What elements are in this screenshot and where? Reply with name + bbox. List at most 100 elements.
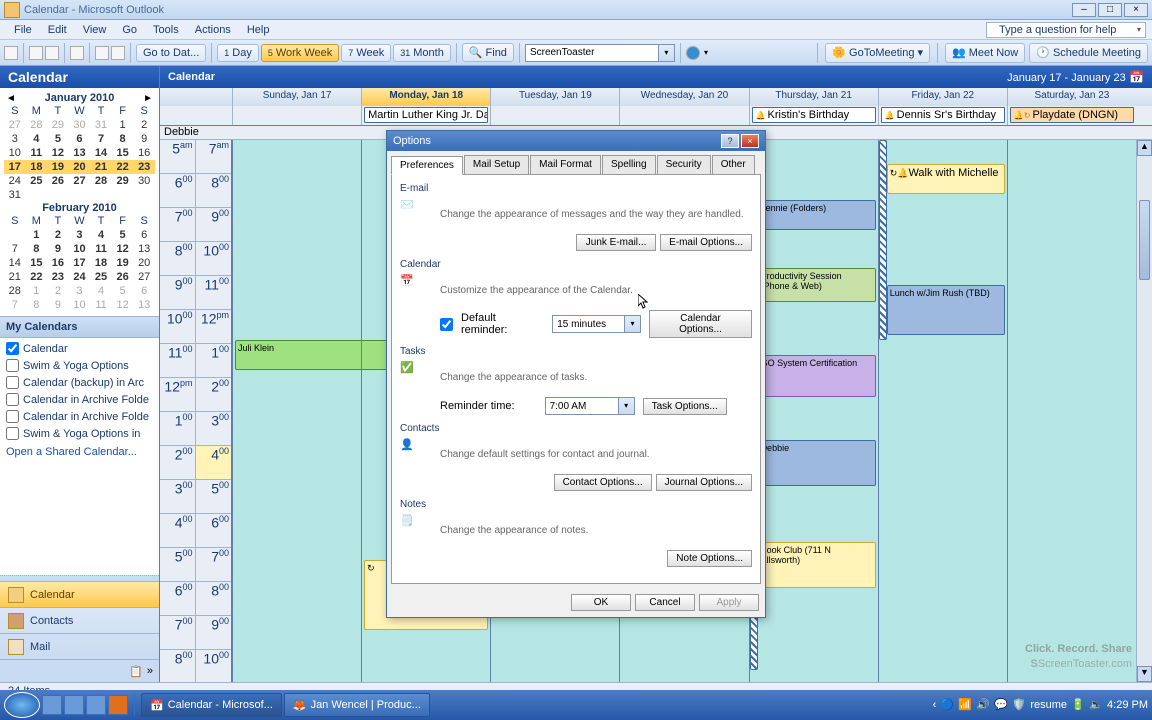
mini-calendar-1[interactable]: SMTWTFS 272829303112 3456789 10111213141… [4, 104, 155, 202]
delete-icon[interactable] [45, 46, 59, 60]
print-icon[interactable] [29, 46, 43, 60]
workweek-button[interactable]: 5Work Week [261, 44, 339, 62]
open-shared-calendar-link[interactable]: Open a Shared Calendar... [2, 442, 157, 462]
tray-resume[interactable]: resume [1030, 699, 1067, 711]
month-button[interactable]: 31Month [393, 44, 451, 62]
event[interactable]: ↻🔔Walk with Michelle [887, 164, 1005, 194]
email-options-button[interactable]: E-mail Options... [660, 234, 752, 251]
goto-date-button[interactable]: Go to Dat... [136, 44, 206, 62]
cal-item[interactable]: Swim & Yoga Options in [2, 425, 157, 442]
shortcuts-icon[interactable]: 📋 [129, 665, 143, 678]
menu-edit[interactable]: Edit [40, 22, 75, 38]
tab-preferences[interactable]: Preferences [391, 156, 463, 175]
scroll-thumb[interactable] [1139, 200, 1150, 280]
firefox-icon[interactable] [108, 695, 128, 715]
dialog-titlebar[interactable]: Options ? × [387, 131, 765, 151]
task-options-button[interactable]: Task Options... [643, 398, 727, 415]
tray-expand[interactable]: ‹ [933, 699, 937, 711]
tab-mailsetup[interactable]: Mail Setup [464, 155, 529, 174]
reminder-time-combo[interactable]: 7:00 AM▾ [545, 397, 635, 415]
gotomeeting-button[interactable]: 🌼GoToMeeting▾ [825, 43, 930, 63]
close-button[interactable]: × [1124, 3, 1148, 17]
day-header[interactable]: Friday, Jan 22 [878, 88, 1007, 106]
tray-icon[interactable]: 🔊 [976, 698, 990, 712]
configure-icon[interactable]: » [147, 665, 153, 677]
tray-icon[interactable]: 🔋 [1071, 698, 1085, 712]
default-reminder-checkbox[interactable] [440, 318, 453, 331]
day-header[interactable]: Tuesday, Jan 19 [490, 88, 619, 106]
minimize-button[interactable]: – [1072, 3, 1096, 17]
tray-icon[interactable]: 🔈 [1089, 698, 1103, 712]
cal-item[interactable]: Calendar (backup) in Arc [2, 374, 157, 391]
help-icon[interactable] [686, 46, 700, 60]
allday-event[interactable]: Martin Luther King Jr. Day [364, 107, 488, 123]
tab-other[interactable]: Other [712, 155, 755, 174]
event[interactable]: Lunch w/Jim Rush (TBD) [887, 285, 1005, 335]
allday-event[interactable]: 🔔↻Playdate (DNGN) [1010, 107, 1134, 123]
prev-month-arrow[interactable]: ◄ [4, 93, 18, 104]
cal-item[interactable]: Swim & Yoga Options [2, 357, 157, 374]
allday-event[interactable]: 🔔Kristin's Birthday [752, 107, 876, 123]
quicklaunch-icon[interactable] [42, 695, 62, 715]
apply-button[interactable]: Apply [699, 594, 759, 611]
menu-go[interactable]: Go [114, 22, 145, 38]
today-icon[interactable] [70, 46, 84, 60]
ok-button[interactable]: OK [571, 594, 631, 611]
event[interactable]: Debbie [758, 440, 876, 486]
day-header[interactable]: Sunday, Jan 17 [232, 88, 361, 106]
scroll-down-arrow[interactable]: ▼ [1137, 666, 1152, 682]
day-col-sun[interactable]: Juli Klein [232, 140, 361, 682]
day-header[interactable]: Monday, Jan 18 [361, 88, 490, 106]
day-icon[interactable] [95, 46, 109, 60]
cal-item[interactable]: Calendar in Archive Folde [2, 408, 157, 425]
day-button[interactable]: 1Day [217, 44, 259, 62]
cancel-button[interactable]: Cancel [635, 594, 695, 611]
menu-view[interactable]: View [75, 22, 115, 38]
day-header[interactable]: Saturday, Jan 23 [1007, 88, 1136, 106]
tray-icon[interactable]: 📶 [958, 698, 972, 712]
mini-calendar-2[interactable]: SMTWTFS 123456 78910111213 1415161718192… [4, 214, 155, 312]
day-col-thu[interactable]: Lennie (Folders) Productivity Session (P… [749, 140, 878, 682]
tab-security[interactable]: Security [657, 155, 711, 174]
menu-tools[interactable]: Tools [145, 22, 187, 38]
workweek-icon[interactable] [111, 46, 125, 60]
maximize-button[interactable]: □ [1098, 3, 1122, 17]
month-label-1[interactable]: January 2010 [18, 92, 141, 104]
reminder-combo[interactable]: 15 minutes▾ [552, 315, 641, 333]
schedule-button[interactable]: 🕐Schedule Meeting [1029, 43, 1148, 63]
event[interactable]: Lennie (Folders) [758, 200, 876, 230]
new-icon[interactable] [4, 46, 18, 60]
quicklaunch-icon[interactable] [86, 695, 106, 715]
find-button[interactable]: 🔍Find [462, 43, 514, 62]
day-header[interactable]: Wednesday, Jan 20 [619, 88, 748, 106]
cal-item[interactable]: Calendar in Archive Folde [2, 391, 157, 408]
nav-contacts-button[interactable]: Contacts [0, 608, 159, 634]
dialog-help-button[interactable]: ? [721, 134, 739, 148]
tab-mailformat[interactable]: Mail Format [530, 155, 601, 174]
vertical-scrollbar[interactable]: ▲ ▼ [1136, 140, 1152, 682]
start-button[interactable] [4, 692, 40, 718]
taskbar-firefox[interactable]: 🦊Jan Wencel | Produc... [284, 693, 430, 717]
nav-mail-button[interactable]: Mail [0, 634, 159, 660]
tray-icon[interactable]: 🔵 [940, 698, 954, 712]
menu-actions[interactable]: Actions [187, 22, 239, 38]
tray-icon[interactable]: 🛡️ [1012, 698, 1026, 712]
my-calendars-header[interactable]: My Calendars [0, 316, 159, 338]
quicklaunch-icon[interactable] [64, 695, 84, 715]
allday-event[interactable]: 🔔Dennis Sr's Birthday [881, 107, 1005, 123]
next-month-arrow[interactable]: ► [141, 93, 155, 104]
help-dropdown[interactable]: ▾ [702, 48, 710, 57]
event[interactable]: Productivity Session (Phone & Web) [758, 268, 876, 302]
junk-email-button[interactable]: Junk E-mail... [576, 234, 656, 251]
meetnow-button[interactable]: 👥Meet Now [945, 43, 1025, 63]
day-col-sat[interactable] [1007, 140, 1136, 682]
screentoaster-combo[interactable]: ScreenToaster▾ [525, 44, 675, 62]
month-label-2[interactable]: February 2010 [4, 202, 155, 214]
day-header[interactable]: Thursday, Jan 21 [749, 88, 878, 106]
contact-options-button[interactable]: Contact Options... [554, 474, 652, 491]
taskbar-outlook[interactable]: 📅Calendar - Microsof... [141, 693, 282, 717]
journal-options-button[interactable]: Journal Options... [656, 474, 752, 491]
day-col-fri[interactable]: ↻🔔Walk with Michelle Lunch w/Jim Rush (T… [878, 140, 1007, 682]
week-button[interactable]: 7Week [341, 44, 391, 62]
tray-icon[interactable]: 💬 [994, 698, 1008, 712]
